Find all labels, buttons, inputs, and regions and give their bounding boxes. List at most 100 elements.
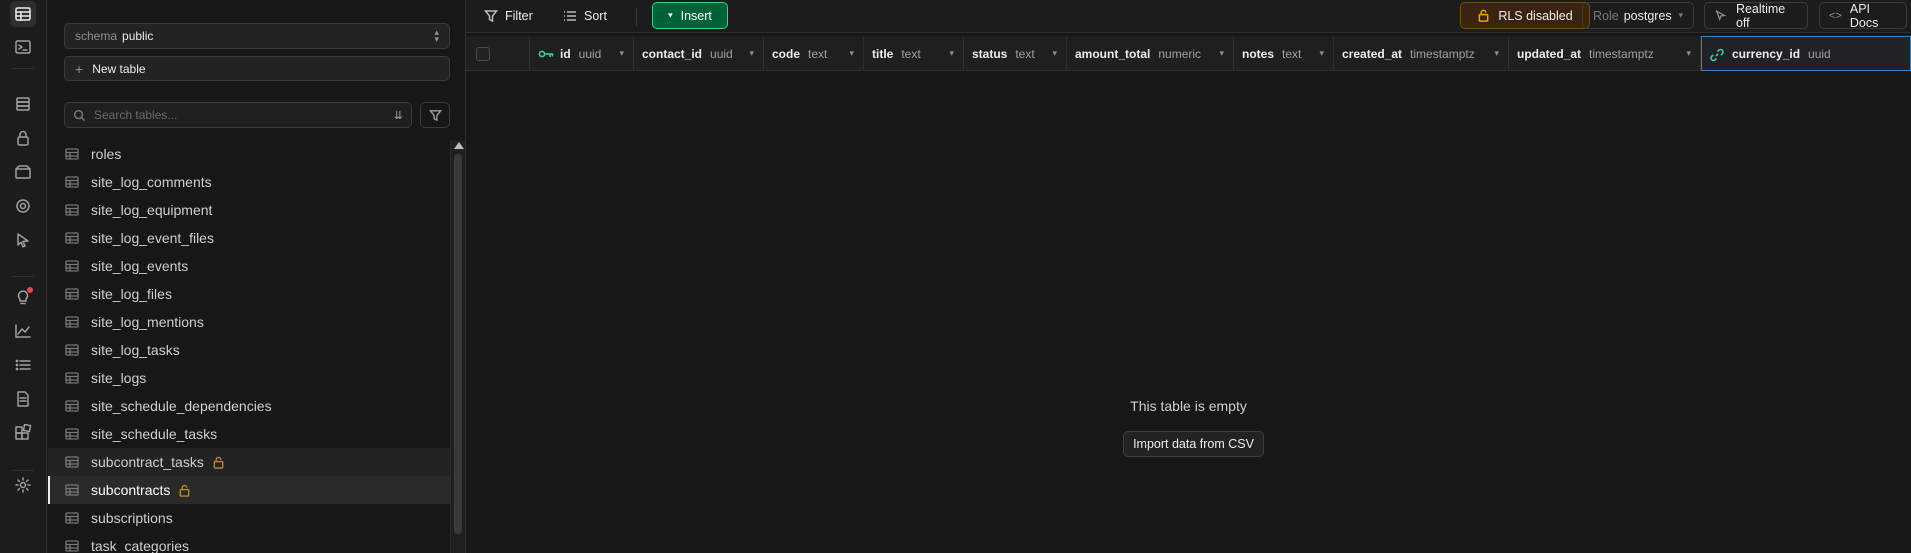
chevron-down-icon[interactable]: ▾ (749, 48, 754, 59)
empty-state-title: This table is empty (1130, 398, 1247, 414)
database-icon[interactable] (10, 91, 36, 117)
chevron-down-icon[interactable]: ▾ (1686, 48, 1691, 59)
chevron-down-icon: ▾ (668, 10, 673, 20)
chevron-down-icon[interactable]: ▾ (1319, 48, 1324, 59)
sidebar-table-item[interactable]: site_log_files (48, 280, 450, 308)
chevrons-down-icon[interactable]: ⇊ (394, 109, 403, 122)
sidebar-table-item[interactable]: task_categories (48, 532, 450, 553)
column-name: created_at (1342, 46, 1403, 61)
sidebar-table-item[interactable]: site_log_event_files (48, 224, 450, 252)
rls-disabled-button[interactable]: RLS disabled (1460, 2, 1590, 29)
column-name: title (872, 46, 894, 61)
filter-schema-button[interactable] (420, 102, 450, 128)
integrations-icon[interactable] (10, 420, 36, 446)
sidebar-table-item[interactable]: site_schedule_tasks (48, 420, 450, 448)
column-header-currency-id[interactable]: currency_id uuid (1701, 36, 1911, 71)
realtime-icon[interactable] (10, 193, 36, 219)
chevron-down-icon[interactable]: ▾ (1052, 48, 1057, 59)
table-name: subscriptions (91, 510, 173, 526)
column-header-amount-total[interactable]: amount_total numeric ▾ (1067, 36, 1234, 71)
column-name: contact_id (642, 46, 703, 61)
sidebar-table-item[interactable]: site_log_comments (48, 168, 450, 196)
table-editor-icon[interactable] (10, 1, 36, 27)
search-tables-input[interactable] (94, 108, 394, 122)
table-icon (65, 539, 79, 553)
realtime-toggle-button[interactable]: Realtime off (1704, 1, 1808, 30)
column-header-created-at[interactable]: created_at timestamptz ▾ (1334, 36, 1509, 71)
advisors-bulb-icon[interactable] (10, 284, 36, 310)
column-header-title[interactable]: title text ▾ (864, 36, 964, 71)
realtime-label: Realtime off (1735, 1, 1786, 30)
table-name: site_logs (91, 370, 147, 386)
edge-functions-icon[interactable] (10, 227, 36, 253)
schema-select[interactable]: schema public ▴ ▾ (64, 23, 450, 49)
search-tables-field[interactable]: ⇊ (64, 102, 412, 128)
column-type: text (808, 46, 828, 61)
scroll-up-arrow[interactable] (454, 142, 464, 149)
sidebar-table-item[interactable]: site_log_equipment (48, 196, 450, 224)
sidebar-table-item[interactable]: site_log_mentions (48, 308, 450, 336)
chevron-down-icon[interactable]: ▾ (1219, 48, 1224, 59)
sidebar-table-item[interactable]: subscriptions (48, 504, 450, 532)
column-name: updated_at (1517, 46, 1582, 61)
primary-key-icon (538, 48, 554, 60)
storage-icon[interactable] (10, 159, 36, 185)
table-name: site_log_comments (91, 174, 212, 190)
sidebar-table-item[interactable]: roles (48, 140, 450, 168)
select-all-checkbox[interactable] (476, 47, 490, 61)
sql-editor-icon[interactable] (10, 34, 36, 60)
column-header-code[interactable]: code text ▾ (764, 36, 864, 71)
table-name: site_log_tasks (91, 342, 180, 358)
table-editor-main: Filter Sort ▾ Insert RLS disabled Role p… (466, 0, 1911, 553)
api-docs-button[interactable]: <> API Docs (1819, 2, 1907, 30)
column-name: amount_total (1075, 46, 1151, 61)
search-icon (73, 109, 86, 121)
chevron-down-icon[interactable]: ▾ (849, 48, 854, 59)
grid-header-row: id uuid ▾ contact_id uuid ▾ code text ▾ title text… (466, 36, 1911, 71)
sidebar-table-item[interactable]: site_schedule_dependencies (48, 392, 450, 420)
auth-lock-icon[interactable] (10, 125, 36, 151)
column-header-notes[interactable]: notes text ▾ (1234, 36, 1334, 71)
column-type: numeric (1158, 46, 1202, 61)
scroll-thumb[interactable] (454, 154, 462, 534)
column-name: id (560, 46, 571, 61)
chevron-down-icon[interactable]: ▾ (619, 48, 624, 59)
api-docs-file-icon[interactable] (10, 386, 36, 412)
new-table-button[interactable]: + New table (64, 56, 450, 81)
logs-list-icon[interactable] (10, 352, 36, 378)
table-icon (65, 511, 79, 525)
sidebar-table-item[interactable]: site_log_tasks (48, 336, 450, 364)
chevron-down-icon[interactable]: ▾ (949, 48, 954, 59)
chevron-down-icon[interactable]: ▾ (1494, 48, 1499, 59)
column-header-updated-at[interactable]: updated_at timestamptz ▾ (1509, 36, 1701, 71)
column-header-id[interactable]: id uuid ▾ (530, 36, 634, 71)
sidebar-table-item[interactable]: subcontracts (48, 476, 450, 504)
sidebar-table-item[interactable]: site_logs (48, 364, 450, 392)
sidebar-table-item[interactable]: site_log_events (48, 252, 450, 280)
filter-icon (484, 10, 498, 23)
schema-label: schema (75, 29, 118, 43)
filter-label: Filter (505, 9, 533, 23)
import-csv-button[interactable]: Import data from CSV (1123, 431, 1264, 457)
column-header-status[interactable]: status text ▾ (964, 36, 1067, 71)
toolbar-divider (636, 8, 637, 26)
reports-chart-icon[interactable] (10, 318, 36, 344)
filter-button[interactable]: Filter (484, 3, 533, 29)
column-name: notes (1242, 46, 1275, 61)
column-name: code (772, 46, 801, 61)
chevron-down-icon: ▾ (1678, 10, 1683, 20)
column-type: text (1015, 46, 1035, 61)
grid-toolbar: Filter Sort ▾ Insert RLS disabled Role p… (466, 0, 1911, 33)
table-name: site_schedule_tasks (91, 426, 218, 442)
settings-gear-icon[interactable] (10, 472, 36, 498)
new-table-label: New table (92, 61, 146, 76)
rail-divider (12, 276, 34, 277)
table-name: site_log_events (91, 258, 189, 274)
table-list-scrollbar[interactable] (450, 140, 465, 553)
insert-button[interactable]: ▾ Insert (652, 2, 728, 29)
table-name: site_log_files (91, 286, 172, 302)
sort-button[interactable]: Sort (563, 3, 607, 29)
sidebar-table-item[interactable]: subcontract_tasks (48, 448, 450, 476)
role-select[interactable]: Role postgres ▾ (1582, 2, 1694, 29)
column-header-contact-id[interactable]: contact_id uuid ▾ (634, 36, 764, 71)
